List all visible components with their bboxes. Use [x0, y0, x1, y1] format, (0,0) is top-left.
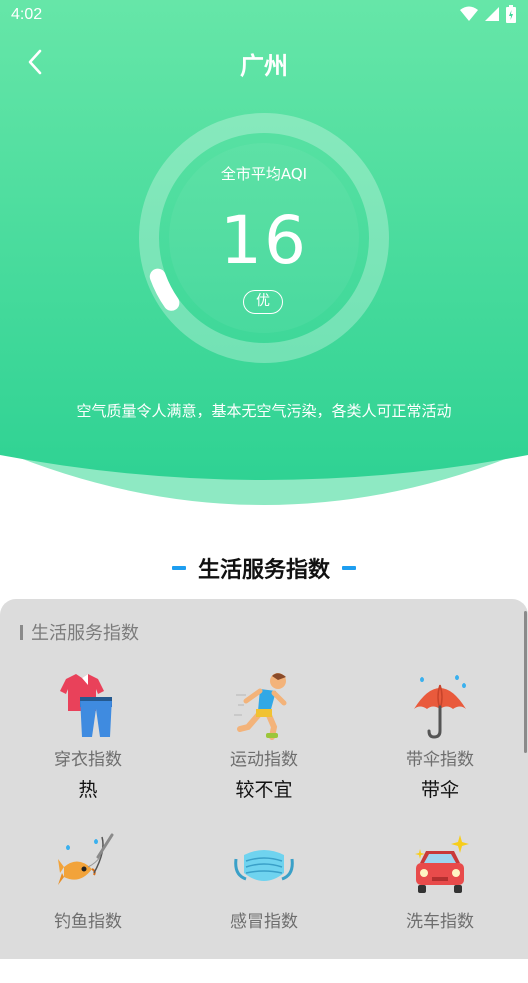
aqi-level-badge: 优 — [243, 290, 283, 314]
aqi-label: 全市平均AQI — [220, 165, 308, 183]
index-value: 较不宜 — [235, 779, 293, 801]
section-title: 生活服务指数 — [197, 557, 330, 582]
signal-icon — [485, 7, 499, 21]
index-item-clothes[interactable]: 穿衣指数 热 — [0, 671, 176, 821]
status-bar: 4:02 — [0, 0, 528, 32]
aqi-gauge: 全市平均AQI 16 优 — [139, 113, 389, 363]
clothes-icon — [60, 674, 112, 737]
index-name: 洗车指数 — [406, 912, 474, 932]
panel-title-text: 生活服务指数 — [31, 623, 139, 644]
mask-icon — [234, 850, 294, 881]
index-name: 带伞指数 — [406, 750, 474, 770]
index-value: 带伞 — [420, 779, 459, 801]
panel-title-bar — [20, 624, 23, 640]
status-time: 4:02 — [11, 6, 43, 23]
index-name: 感冒指数 — [230, 912, 298, 932]
page-title: 广州 — [240, 53, 288, 80]
index-name: 钓鱼指数 — [54, 912, 122, 932]
running-icon — [234, 673, 287, 740]
life-index-panel: 生活服务指数 穿衣指数 热 运动指数 较不宜 带伞指数 带伞 钓鱼指数 感冒指数… — [0, 599, 528, 959]
umbrella-icon — [414, 675, 466, 739]
index-name: 运动指数 — [230, 750, 298, 770]
status-icons — [460, 5, 516, 23]
car-wash-icon — [415, 835, 469, 893]
index-item-fishing[interactable]: 钓鱼指数 — [0, 833, 176, 983]
nav-bar: 广州 — [0, 40, 528, 84]
section-heading: 生活服务指数 — [0, 552, 528, 584]
index-item-cold[interactable]: 感冒指数 — [176, 833, 352, 983]
heading-dash-left — [171, 566, 186, 570]
index-item-carwash[interactable]: 洗车指数 — [352, 833, 528, 983]
index-name: 穿衣指数 — [54, 750, 122, 770]
heading-dash-right — [342, 566, 356, 570]
index-item-sport[interactable]: 运动指数 较不宜 — [176, 671, 352, 821]
aqi-value: 16 — [220, 202, 308, 279]
panel-title: 生活服务指数 — [20, 619, 139, 645]
wifi-icon — [460, 6, 478, 21]
index-item-umbrella[interactable]: 带伞指数 带伞 — [352, 671, 528, 821]
battery-icon — [506, 5, 516, 23]
aqi-description: 空气质量令人满意，基本无空气污染，各类人可正常活动 — [76, 402, 452, 420]
index-value: 热 — [78, 779, 98, 801]
fishing-icon — [58, 833, 114, 885]
